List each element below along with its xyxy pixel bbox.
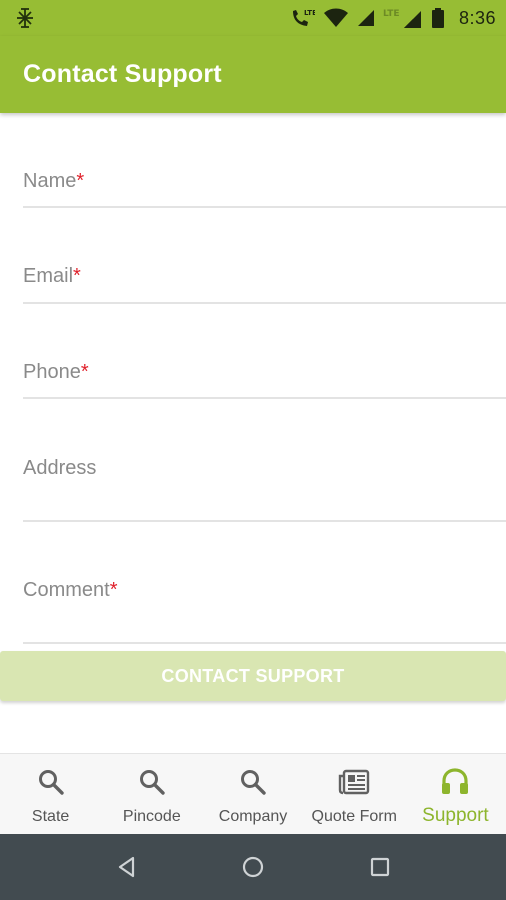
- required-mark: *: [73, 265, 81, 287]
- lte-signal-icon: LTE: [383, 7, 423, 29]
- search-icon: [239, 766, 267, 798]
- nav-item-state[interactable]: State: [0, 754, 101, 834]
- battery-icon: [431, 7, 445, 29]
- headphones-icon: [440, 766, 470, 798]
- phone-field-label: Phone*: [23, 361, 89, 383]
- signal-icon: [357, 9, 375, 27]
- status-bar: LTE LTE 8:36: [0, 0, 506, 36]
- status-time: 8:36: [458, 7, 496, 28]
- comment-field-underline: [23, 642, 506, 644]
- search-icon: [138, 766, 166, 798]
- email-field-underline: [23, 302, 506, 304]
- svg-text:LTE: LTE: [304, 9, 315, 17]
- newspaper-icon: [338, 766, 370, 798]
- nav-item-label: Company: [218, 808, 288, 825]
- required-mark: *: [80, 361, 89, 383]
- phone-field-underline: [23, 397, 506, 399]
- system-navigation-bar: [0, 834, 506, 900]
- address-field-label: Address: [23, 457, 97, 479]
- required-mark: *: [76, 170, 85, 192]
- email-field-label: Email*: [23, 265, 81, 287]
- nav-item-label: Quote Form: [311, 808, 397, 825]
- nav-item-quote-form[interactable]: Quote Form: [304, 754, 405, 834]
- name-field-underline: [23, 206, 506, 208]
- wifi-icon: [323, 8, 349, 28]
- app-bar: Contact Support: [0, 36, 506, 113]
- nav-item-label: Pincode: [122, 808, 181, 825]
- name-field-label: Name*: [23, 170, 85, 192]
- page-title: Contact Support: [23, 60, 222, 88]
- required-mark: *: [109, 579, 118, 601]
- svg-text:LTE: LTE: [383, 9, 400, 19]
- nav-item-company[interactable]: Company: [202, 754, 303, 834]
- recents-icon[interactable]: [350, 834, 410, 900]
- comment-field-label: Comment*: [23, 579, 118, 601]
- search-icon: [37, 766, 65, 798]
- app-notification-icon: [14, 7, 36, 29]
- nav-item-pincode[interactable]: Pincode: [101, 754, 202, 834]
- nav-item-label: Support: [422, 805, 489, 826]
- back-icon[interactable]: [97, 834, 157, 900]
- nav-item-support[interactable]: Support: [405, 754, 506, 834]
- home-icon[interactable]: [223, 834, 283, 900]
- nav-item-label: State: [31, 808, 70, 825]
- contact-support-button[interactable]: CONTACT SUPPORT: [0, 651, 506, 701]
- address-field-underline: [23, 520, 506, 522]
- bottom-navigation: State Pincode Company Quote Form Support: [0, 753, 506, 834]
- lte-call-icon: LTE: [289, 7, 315, 29]
